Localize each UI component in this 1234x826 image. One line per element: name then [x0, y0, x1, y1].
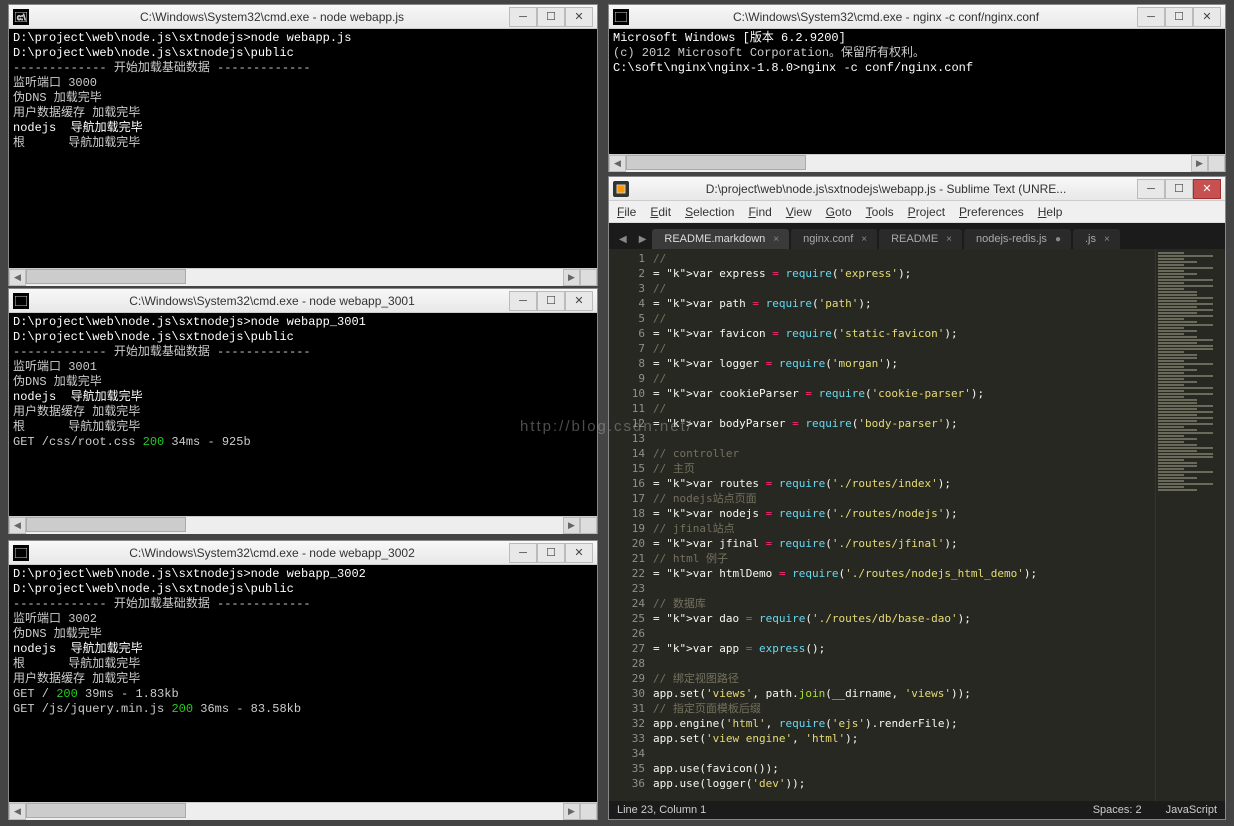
close-button[interactable]: ✕ — [565, 291, 593, 311]
cmd-window-nginx: C:\Windows\System32\cmd.exe - nginx -c c… — [608, 4, 1226, 172]
scrollbar-horizontal[interactable]: ◀ ▶ — [609, 154, 1225, 171]
titlebar[interactable]: C:\Windows\System32\cmd.exe - nginx -c c… — [609, 5, 1225, 29]
cmd-icon — [13, 293, 29, 309]
maximize-button[interactable]: ☐ — [537, 7, 565, 27]
maximize-button[interactable]: ☐ — [537, 543, 565, 563]
scroll-right-icon[interactable]: ▶ — [563, 803, 580, 820]
scroll-right-icon[interactable]: ▶ — [563, 269, 580, 286]
scrollbar-horizontal[interactable]: ◀ ▶ — [9, 268, 597, 285]
tab-close-icon[interactable]: × — [1104, 234, 1110, 245]
scroll-left-icon[interactable]: ◀ — [609, 155, 626, 172]
scroll-thumb[interactable] — [626, 155, 806, 170]
menu-project[interactable]: Project — [908, 205, 945, 219]
window-title: C:\Windows\System32\cmd.exe - node webap… — [35, 10, 509, 24]
menu-help[interactable]: Help — [1038, 205, 1063, 219]
console-output: D:\project\web\node.js\sxtnodejs>node we… — [9, 29, 597, 268]
scroll-right-icon[interactable]: ▶ — [1191, 155, 1208, 172]
scroll-right-icon[interactable]: ▶ — [563, 517, 580, 534]
window-title: C:\Windows\System32\cmd.exe - node webap… — [35, 546, 509, 560]
minimize-button[interactable]: ─ — [1137, 7, 1165, 27]
cmd-window-webapp-3001: C:\Windows\System32\cmd.exe - node webap… — [8, 288, 598, 534]
resize-grip[interactable] — [580, 269, 597, 286]
scroll-left-icon[interactable]: ◀ — [9, 517, 26, 534]
maximize-button[interactable]: ☐ — [537, 291, 565, 311]
resize-grip[interactable] — [580, 803, 597, 820]
console-output: D:\project\web\node.js\sxtnodejs>node we… — [9, 313, 597, 516]
scroll-thumb[interactable] — [26, 803, 186, 818]
menu-edit[interactable]: Edit — [650, 205, 671, 219]
scroll-track[interactable] — [26, 803, 563, 820]
status-language[interactable]: JavaScript — [1166, 804, 1217, 816]
tab-close-icon[interactable]: × — [773, 234, 779, 245]
menubar[interactable]: File Edit Selection Find View Goto Tools Projec… — [609, 201, 1225, 223]
tab-nodejs-redis-js[interactable]: nodejs-redis.js● — [964, 229, 1071, 249]
scrollbar-horizontal[interactable]: ◀ ▶ — [9, 802, 597, 819]
scroll-left-icon[interactable]: ◀ — [9, 803, 26, 820]
close-button[interactable]: ✕ — [565, 7, 593, 27]
sublime-window: D:\project\web\node.js\sxtnodejs\webapp.… — [608, 176, 1226, 820]
menu-find[interactable]: Find — [748, 205, 771, 219]
console-output: D:\project\web\node.js\sxtnodejs>node we… — [9, 565, 597, 802]
minimize-button[interactable]: ─ — [509, 543, 537, 563]
resize-grip[interactable] — [1208, 155, 1225, 172]
scroll-left-icon[interactable]: ◀ — [9, 269, 26, 286]
tab-next-icon[interactable]: ▶ — [633, 230, 653, 249]
titlebar[interactable]: C:\Windows\System32\cmd.exe - node webap… — [9, 541, 597, 565]
titlebar[interactable]: c:\ C:\Windows\System32\cmd.exe - node w… — [9, 5, 597, 29]
status-indentation[interactable]: Spaces: 2 — [1093, 804, 1142, 816]
tab-close-icon[interactable]: × — [946, 234, 952, 245]
cmd-window-webapp: c:\ C:\Windows\System32\cmd.exe - node w… — [8, 4, 598, 286]
tab-README[interactable]: README× — [879, 229, 962, 249]
cmd-icon — [613, 9, 629, 25]
sublime-icon — [613, 181, 629, 197]
close-button[interactable]: ✕ — [565, 543, 593, 563]
titlebar[interactable]: D:\project\web\node.js\sxtnodejs\webapp.… — [609, 177, 1225, 201]
status-line-col: Line 23, Column 1 — [617, 804, 1069, 816]
code-text[interactable]: // = "k">var express = require('express'… — [653, 249, 1155, 801]
watermark: http://blog.csdn.net/ — [520, 418, 693, 435]
minimize-button[interactable]: ─ — [1137, 179, 1165, 199]
close-button[interactable]: ✕ — [1193, 179, 1221, 199]
resize-grip[interactable] — [580, 517, 597, 534]
dirty-indicator-icon[interactable]: ● — [1055, 234, 1061, 245]
window-title: C:\Windows\System32\cmd.exe - nginx -c c… — [635, 10, 1137, 24]
cmd-window-webapp-3002: C:\Windows\System32\cmd.exe - node webap… — [8, 540, 598, 820]
line-number-gutter: 1234567891011121314151617181920212223242… — [609, 249, 653, 801]
scrollbar-horizontal[interactable]: ◀ ▶ — [9, 516, 597, 533]
editor-area[interactable]: 1234567891011121314151617181920212223242… — [609, 249, 1225, 801]
maximize-button[interactable]: ☐ — [1165, 179, 1193, 199]
tab-nginx-conf[interactable]: nginx.conf× — [791, 229, 877, 249]
menu-selection[interactable]: Selection — [685, 205, 734, 219]
tab--js[interactable]: .js× — [1073, 229, 1120, 249]
statusbar: Line 23, Column 1 Spaces: 2 JavaScript — [609, 801, 1225, 819]
menu-goto[interactable]: Goto — [826, 205, 852, 219]
window-title: D:\project\web\node.js\sxtnodejs\webapp.… — [635, 182, 1137, 196]
scroll-track[interactable] — [26, 269, 563, 286]
minimize-button[interactable]: ─ — [509, 291, 537, 311]
menu-tools[interactable]: Tools — [866, 205, 894, 219]
menu-view[interactable]: View — [786, 205, 812, 219]
titlebar[interactable]: C:\Windows\System32\cmd.exe - node webap… — [9, 289, 597, 313]
window-title: C:\Windows\System32\cmd.exe - node webap… — [35, 294, 509, 308]
svg-text:c:\: c:\ — [17, 13, 26, 22]
tab-prev-icon[interactable]: ◀ — [613, 230, 633, 249]
tab-README-markdown[interactable]: README.markdown× — [652, 229, 789, 249]
minimize-button[interactable]: ─ — [509, 7, 537, 27]
scroll-track[interactable] — [626, 155, 1191, 172]
menu-file[interactable]: File — [617, 205, 636, 219]
tabbar[interactable]: ◀ ▶ README.markdown×nginx.conf×README×no… — [609, 223, 1225, 249]
console-output: Microsoft Windows [版本 6.2.9200](c) 2012 … — [609, 29, 1225, 154]
tab-close-icon[interactable]: × — [861, 234, 867, 245]
scroll-thumb[interactable] — [26, 517, 186, 532]
scroll-thumb[interactable] — [26, 269, 186, 284]
cmd-icon — [13, 545, 29, 561]
scroll-track[interactable] — [26, 517, 563, 534]
close-button[interactable]: ✕ — [1193, 7, 1221, 27]
minimap[interactable] — [1155, 249, 1225, 801]
menu-preferences[interactable]: Preferences — [959, 205, 1024, 219]
cmd-icon: c:\ — [13, 9, 29, 25]
maximize-button[interactable]: ☐ — [1165, 7, 1193, 27]
